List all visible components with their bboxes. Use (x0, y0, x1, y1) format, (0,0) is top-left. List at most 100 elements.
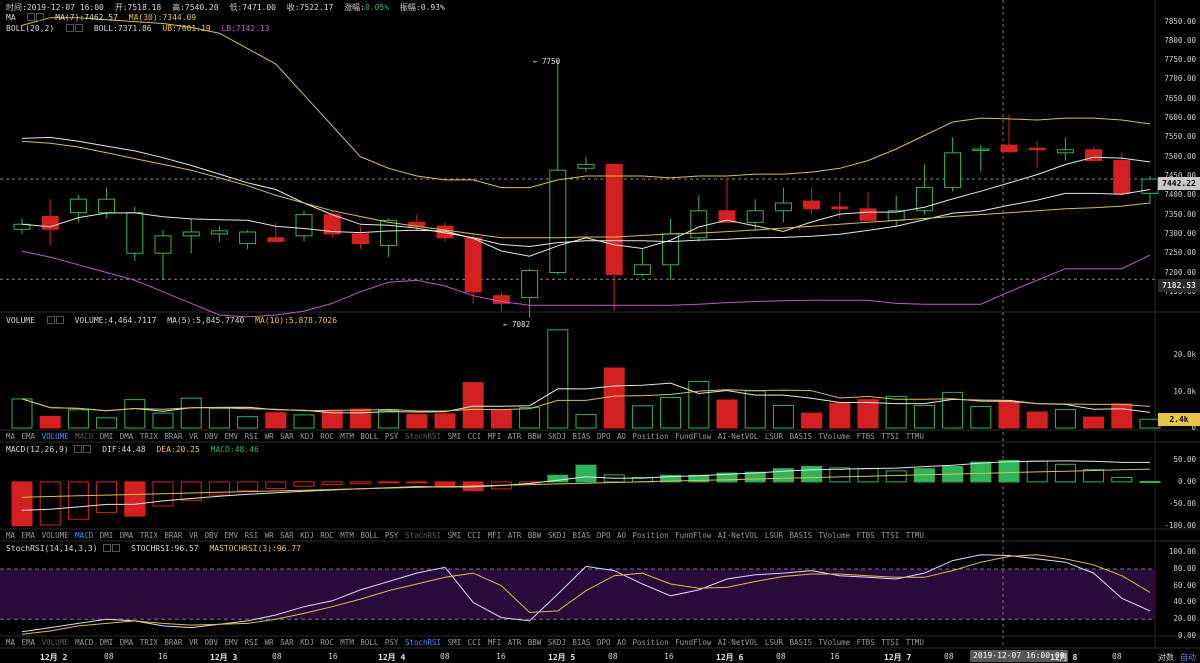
settings-icon[interactable] (27, 13, 36, 21)
tab-smi[interactable]: SMI (448, 432, 462, 441)
settings-icon[interactable] (66, 24, 74, 32)
tab-ma[interactable]: MA (6, 531, 15, 540)
tab-wr[interactable]: WR (265, 638, 274, 647)
tab-obv[interactable]: OBV (204, 531, 218, 540)
tab-vr[interactable]: VR (189, 638, 198, 647)
tab-smi[interactable]: SMI (448, 638, 462, 647)
tab-psy[interactable]: PSY (385, 432, 399, 441)
tab-lsur[interactable]: LSUR (765, 638, 783, 647)
close-icon[interactable] (112, 544, 121, 552)
tab-trix[interactable]: TRIX (140, 432, 158, 441)
tab-ttsi[interactable]: TTSI (881, 638, 899, 647)
tab-stochrsi[interactable]: StochRSI (405, 638, 441, 647)
settings-icon[interactable] (74, 445, 83, 453)
tab-bias[interactable]: BIAS (572, 638, 590, 647)
tab-kdj[interactable]: KDJ (300, 432, 314, 441)
tab-kdj[interactable]: KDJ (300, 638, 314, 647)
tab-mtm[interactable]: MTM (340, 638, 354, 647)
tab-ao[interactable]: AO (617, 638, 626, 647)
tab-emv[interactable]: EMV (225, 638, 239, 647)
tab-ttmu[interactable]: TTMU (906, 531, 924, 540)
tab-position[interactable]: Position (633, 432, 669, 441)
tab-bbw[interactable]: BBW (528, 638, 542, 647)
tab-brar[interactable]: BRAR (164, 432, 182, 441)
tab-ema[interactable]: EMA (22, 432, 36, 441)
tab-ttsi[interactable]: TTSI (881, 432, 899, 441)
tab-volume[interactable]: VOLUME (42, 638, 69, 647)
tab-boll[interactable]: BOLL (360, 432, 378, 441)
tab-dmi[interactable]: DMI (100, 531, 114, 540)
tab-tvolume[interactable]: TVolume (819, 531, 851, 540)
tab-rsi[interactable]: RSI (245, 638, 259, 647)
tab-stochrsi[interactable]: StochRSI (405, 531, 441, 540)
tab-volume[interactable]: VOLUME (42, 531, 69, 540)
tab-boll[interactable]: BOLL (360, 531, 378, 540)
tab-brar[interactable]: BRAR (164, 638, 182, 647)
tab-stochrsi[interactable]: StochRSI (405, 432, 441, 441)
tab-dma[interactable]: DMA (120, 638, 134, 647)
tab-fundflow[interactable]: FundFlow (675, 638, 711, 647)
tab-emv[interactable]: EMV (225, 531, 239, 540)
tab-mfi[interactable]: MFI (488, 432, 502, 441)
tab-tvolume[interactable]: TVolume (819, 432, 851, 441)
tab-skdj[interactable]: SKDJ (548, 638, 566, 647)
tab-cci[interactable]: CCI (468, 638, 482, 647)
tab-ai-netvol[interactable]: AI-NetVOL (718, 531, 759, 540)
tab-atr[interactable]: ATR (508, 531, 522, 540)
tab-ai-netvol[interactable]: AI-NetVOL (718, 432, 759, 441)
tab-macd[interactable]: MACD (75, 432, 93, 441)
tab-vr[interactable]: VR (189, 432, 198, 441)
tab-ttmu[interactable]: TTMU (906, 432, 924, 441)
tab-dma[interactable]: DMA (120, 531, 134, 540)
tab-skdj[interactable]: SKDJ (548, 531, 566, 540)
tab-bias[interactable]: BIAS (572, 531, 590, 540)
tab-ema[interactable]: EMA (22, 531, 36, 540)
tab-psy[interactable]: PSY (385, 531, 399, 540)
tab-cci[interactable]: CCI (468, 531, 482, 540)
tab-ao[interactable]: AO (617, 432, 626, 441)
tab-sar[interactable]: SAR (280, 531, 294, 540)
tab-basis[interactable]: BASIS (789, 638, 812, 647)
tab-position[interactable]: Position (633, 531, 669, 540)
tab-sar[interactable]: SAR (280, 638, 294, 647)
tab-bbw[interactable]: BBW (528, 531, 542, 540)
tab-emv[interactable]: EMV (225, 432, 239, 441)
tab-lsur[interactable]: LSUR (765, 432, 783, 441)
tab-dma[interactable]: DMA (120, 432, 134, 441)
close-icon[interactable] (83, 445, 92, 453)
tab-atr[interactable]: ATR (508, 638, 522, 647)
visibility-icon[interactable] (36, 13, 45, 21)
tab-sar[interactable]: SAR (280, 432, 294, 441)
trading-chart[interactable] (0, 0, 1200, 663)
tab-ema[interactable]: EMA (22, 638, 36, 647)
settings-icon[interactable] (103, 544, 112, 552)
tab-rsi[interactable]: RSI (245, 531, 259, 540)
tab-ftbs[interactable]: FTBS (857, 531, 875, 540)
tab-bias[interactable]: BIAS (572, 432, 590, 441)
visibility-icon[interactable] (75, 24, 83, 32)
tab-wr[interactable]: WR (265, 531, 274, 540)
tab-dmi[interactable]: DMI (100, 638, 114, 647)
tab-atr[interactable]: ATR (508, 432, 522, 441)
tab-skdj[interactable]: SKDJ (548, 432, 566, 441)
log-scale-button[interactable]: 对数 (1158, 652, 1174, 663)
tab-ftbs[interactable]: FTBS (857, 432, 875, 441)
tab-ttsi[interactable]: TTSI (881, 531, 899, 540)
tab-volume[interactable]: VOLUME (42, 432, 69, 441)
tab-cci[interactable]: CCI (468, 432, 482, 441)
tab-ftbs[interactable]: FTBS (857, 638, 875, 647)
tab-brar[interactable]: BRAR (164, 531, 182, 540)
tab-boll[interactable]: BOLL (360, 638, 378, 647)
tab-dpo[interactable]: DPO (597, 638, 611, 647)
settings-icon[interactable] (46, 316, 55, 324)
tab-tvolume[interactable]: TVolume (819, 638, 851, 647)
tab-roc[interactable]: ROC (320, 531, 334, 540)
tab-lsur[interactable]: LSUR (765, 531, 783, 540)
tab-dmi[interactable]: DMI (100, 432, 114, 441)
tab-mfi[interactable]: MFI (488, 638, 502, 647)
tab-psy[interactable]: PSY (385, 638, 399, 647)
tab-fundflow[interactable]: FundFlow (675, 432, 711, 441)
tab-basis[interactable]: BASIS (789, 531, 812, 540)
tab-ma[interactable]: MA (6, 432, 15, 441)
tab-position[interactable]: Position (633, 638, 669, 647)
